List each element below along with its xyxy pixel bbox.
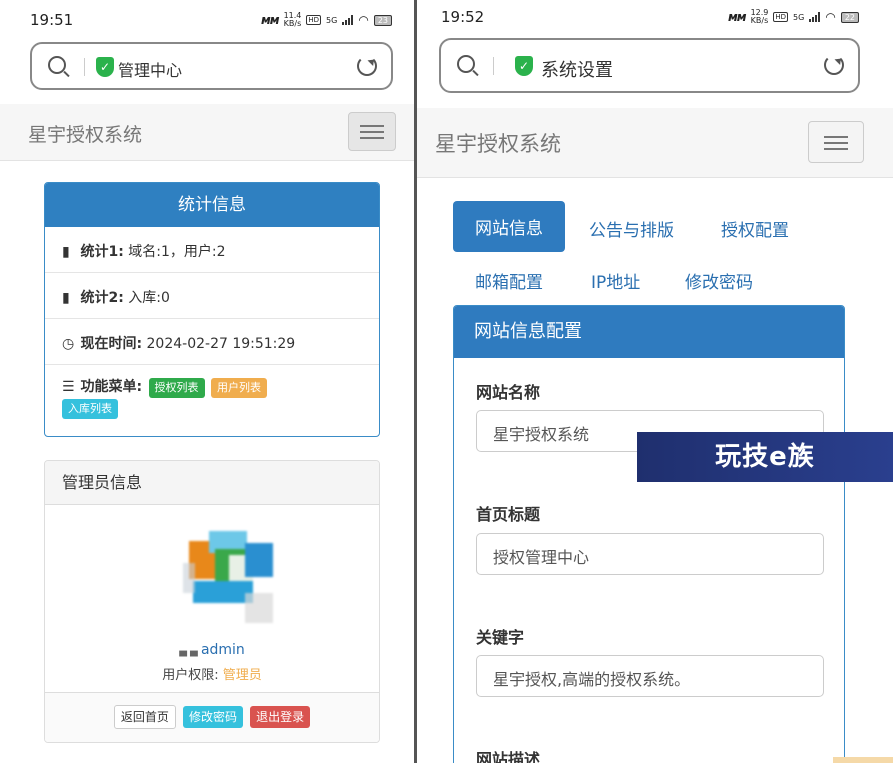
home-title-label: 首页标题 — [476, 505, 541, 524]
tab-notice-layout[interactable]: 公告与排版 — [589, 216, 674, 241]
battery-icon: 22 — [840, 11, 859, 23]
list-icon: ☰ — [62, 379, 75, 395]
navbar: 星宇授权系统 — [0, 104, 414, 161]
admin-actions: 返回首页 修改密码 退出登录 — [45, 692, 379, 742]
hamburger-icon — [360, 125, 384, 127]
stats-value: 入库:0 — [128, 290, 170, 306]
watermark-logo: 玩技e族 — [637, 432, 893, 482]
signal-icon: ᴍᴍ — [260, 13, 280, 27]
perm-label: 用户权限: — [162, 668, 219, 683]
keywords-label: 关键字 — [476, 628, 525, 647]
site-info-panel-title: 网站信息配置 — [454, 306, 844, 358]
secure-shield-icon: ✓ — [515, 56, 533, 76]
hd-icon: HD — [773, 12, 789, 22]
wifi-icon: ◠ — [825, 10, 836, 24]
battery-icon: 23 — [373, 14, 392, 26]
page-title: 系统设置 — [541, 60, 613, 81]
logout-button[interactable]: 退出登录 — [250, 706, 311, 728]
perm-value: 管理员 — [222, 668, 262, 683]
bar-chart-icon: ▮ — [62, 290, 70, 306]
avatar — [175, 523, 285, 638]
admin-center-screen: 19:51 ᴍᴍ 11.4 KB/s HD 5G ◠ 23 ✓ 管理中心 星宇授… — [0, 0, 414, 763]
site-info-panel: 网站信息配置 网站名称 星宇授权系统 首页标题 授权管理中心 关键字 星宇授权,… — [453, 305, 845, 763]
status-bar: 19:51 ᴍᴍ 11.4 KB/s HD 5G ◠ 23 — [0, 0, 414, 36]
search-icon[interactable] — [457, 55, 475, 73]
system-settings-screen: 19:52 ᴍᴍ 12.9 KB/s HD 5G ◠ 22 ✓ 系统设置 星宇授… — [417, 0, 893, 763]
change-password-button[interactable]: 修改密码 — [182, 706, 243, 728]
brand[interactable]: 星宇授权系统 — [435, 128, 561, 158]
bar-chart-icon: ▮ — [62, 244, 70, 260]
back-home-button[interactable]: 返回首页 — [113, 705, 176, 729]
tab-change-password[interactable]: 修改密码 — [685, 268, 753, 293]
tab-ip-address[interactable]: IP地址 — [591, 268, 640, 293]
admin-username: admin — [45, 642, 379, 658]
reload-icon[interactable] — [824, 55, 844, 75]
tab-mail-config[interactable]: 邮箱配置 — [475, 268, 543, 293]
admin-permission: 用户权限: 管理员 — [45, 664, 379, 683]
status-time: 19:52 — [441, 8, 485, 26]
admin-panel-title: 管理员信息 — [45, 461, 379, 505]
stats-label: 现在时间: — [80, 336, 143, 352]
address-bar[interactable]: ✓ 管理中心 — [30, 42, 393, 90]
menu-toggle-button[interactable] — [348, 112, 396, 151]
5g-icon: 5G — [793, 12, 805, 22]
navbar: 星宇授权系统 — [417, 108, 893, 178]
function-menu-row: ☰ 功能菜单: 授权列表 用户列表 入库列表 — [45, 365, 379, 419]
address-bar[interactable]: ✓ 系统设置 — [439, 38, 860, 93]
network-speed: 12.9 KB/s — [750, 8, 769, 25]
url-separator — [493, 57, 494, 75]
tab-site-info[interactable]: 网站信息 — [453, 201, 565, 252]
menu-label: 功能菜单: — [80, 379, 143, 395]
site-description-label: 网站描述 — [476, 750, 541, 763]
license-list-link[interactable]: 授权列表 — [148, 378, 205, 398]
clock-icon: ◷ — [62, 336, 75, 352]
status-icons: ᴍᴍ 11.4 KB/s HD 5G ◠ 23 — [261, 12, 392, 28]
stats-panel-title: 统计信息 — [45, 183, 379, 227]
hamburger-icon — [824, 136, 848, 138]
status-bar: 19:52 ᴍᴍ 12.9 KB/s HD 5G ◠ 22 — [417, 0, 893, 36]
user-list-link[interactable]: 用户列表 — [210, 378, 267, 398]
hd-icon: HD — [306, 15, 322, 25]
5g-icon: 5G — [326, 15, 338, 25]
menu-toggle-button[interactable] — [808, 121, 864, 163]
stats-value: 2024-02-27 19:51:29 — [146, 336, 296, 352]
stats-row-time: ◷ 现在时间: 2024-02-27 19:51:29 — [45, 319, 379, 365]
wifi-icon: ◠ — [358, 13, 369, 27]
url-separator — [84, 58, 85, 76]
stats-panel: 统计信息 ▮ 统计1: 域名:1，用户:2 ▮ 统计2: 入库:0 ◷ 现在时间… — [44, 182, 380, 437]
site-name-label: 网站名称 — [476, 383, 541, 402]
status-icons: ᴍᴍ 12.9 KB/s HD 5G ◠ 22 — [728, 9, 859, 25]
cell-bars-icon — [809, 12, 821, 22]
admin-panel: 管理员信息 admin 用户权限: 管理员 返回首页 修改密码 退出登录 — [44, 460, 380, 743]
status-time: 19:51 — [30, 11, 74, 29]
home-title-field[interactable]: 授权管理中心 — [476, 533, 824, 575]
secure-shield-icon: ✓ — [96, 57, 114, 77]
stats-row-1: ▮ 统计1: 域名:1，用户:2 — [45, 227, 379, 273]
storage-list-link[interactable]: 入库列表 — [62, 399, 118, 419]
search-icon[interactable] — [48, 56, 66, 74]
keywords-field[interactable]: 星宇授权,高端的授权系统。 — [476, 655, 824, 697]
reload-icon[interactable] — [357, 56, 377, 76]
stats-value: 域名:1，用户:2 — [128, 244, 226, 260]
corner-decoration — [833, 757, 893, 763]
tab-license-config[interactable]: 授权配置 — [721, 216, 789, 241]
signal-icon: ᴍᴍ — [727, 10, 747, 24]
cell-bars-icon — [342, 15, 354, 25]
network-speed: 11.4 KB/s — [283, 11, 302, 28]
stats-row-2: ▮ 统计2: 入库:0 — [45, 273, 379, 319]
brand[interactable]: 星宇授权系统 — [28, 120, 142, 147]
page-title: 管理中心 — [118, 61, 183, 80]
stats-label: 统计2: — [80, 290, 124, 306]
stats-label: 统计1: — [80, 244, 124, 260]
